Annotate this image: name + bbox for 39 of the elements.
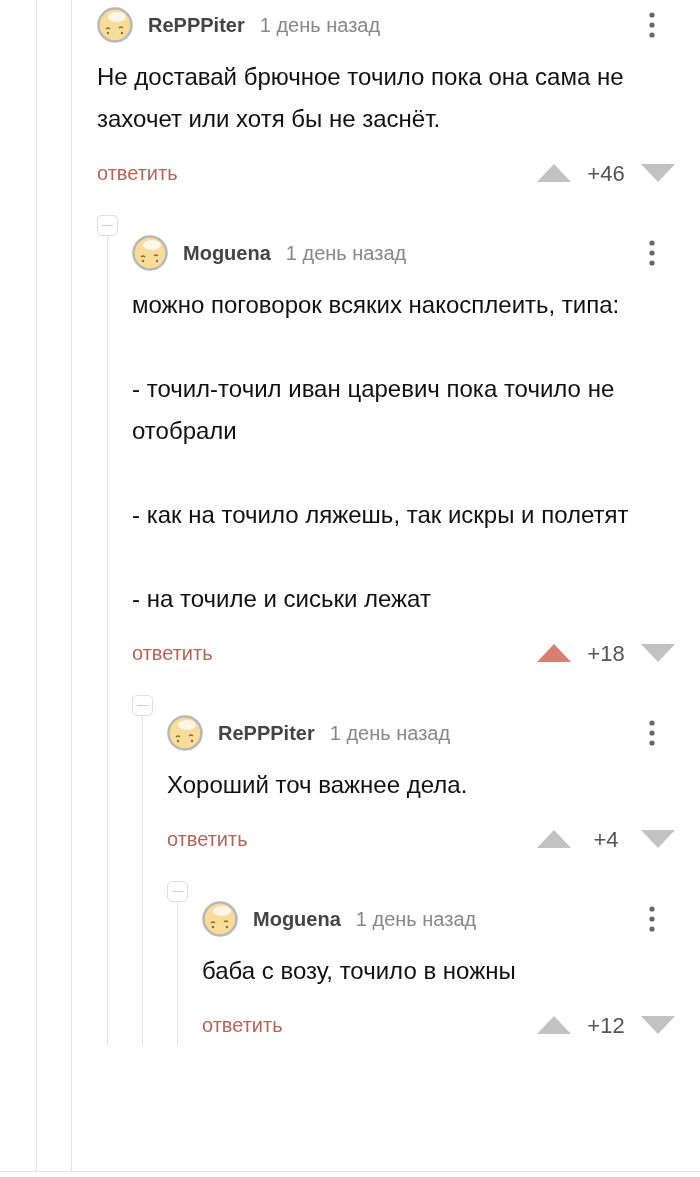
author-name[interactable]: RePPPiter: [148, 10, 245, 40]
author-name[interactable]: RePPPiter: [218, 718, 315, 748]
reply-link[interactable]: ответить: [167, 824, 248, 854]
reply-link[interactable]: ответить: [132, 638, 213, 668]
rating-count: +18: [586, 639, 626, 668]
comment-text: Не доставай брючное точило пока она сама не захочет или хотя бы не заснёт.: [97, 62, 625, 134]
avatar-icon[interactable]: [132, 235, 168, 271]
more-options-icon[interactable]: [648, 904, 656, 934]
more-options-icon[interactable]: [648, 10, 656, 40]
upvote-icon[interactable]: [537, 830, 571, 848]
reply-link[interactable]: ответить: [97, 158, 178, 188]
downvote-icon[interactable]: [641, 644, 675, 662]
downvote-icon[interactable]: [641, 830, 675, 848]
more-options-icon[interactable]: [648, 238, 656, 268]
collapse-button[interactable]: [97, 215, 118, 236]
avatar-icon[interactable]: [97, 7, 133, 43]
rating-count: +4: [592, 825, 620, 854]
reply-link[interactable]: ответить: [202, 1010, 283, 1040]
comment-time: 1 день назад: [329, 721, 451, 746]
upvote-icon[interactable]: [537, 1016, 571, 1034]
avatar-icon[interactable]: [167, 715, 203, 751]
comment-time: 1 день назад: [259, 13, 381, 38]
rating-count: +12: [586, 1011, 626, 1040]
avatar-icon[interactable]: [202, 901, 238, 937]
downvote-icon[interactable]: [641, 164, 675, 182]
collapse-button[interactable]: [132, 695, 153, 716]
comment-text: баба с возу, точило в ножны: [202, 956, 517, 986]
author-name[interactable]: Moguena: [253, 904, 341, 934]
upvote-icon[interactable]: [537, 164, 571, 182]
collapse-button[interactable]: [167, 881, 188, 902]
author-name[interactable]: Moguena: [183, 238, 271, 268]
rating-count: +46: [586, 159, 626, 188]
comment-text: Хороший точ важнее дела.: [167, 770, 469, 800]
downvote-icon[interactable]: [641, 1016, 675, 1034]
more-options-icon[interactable]: [648, 718, 656, 748]
upvote-icon[interactable]: [537, 644, 571, 662]
comment-text: можно поговорок всяких накосплеить, типа: - точил-точил иван царевич пока точило не отобрали - как на точило ляжешь, так искры и полетят - на точиле и сиськи лежат: [132, 290, 630, 614]
comment-time: 1 день назад: [285, 241, 407, 266]
comment-time: 1 день назад: [355, 907, 477, 932]
